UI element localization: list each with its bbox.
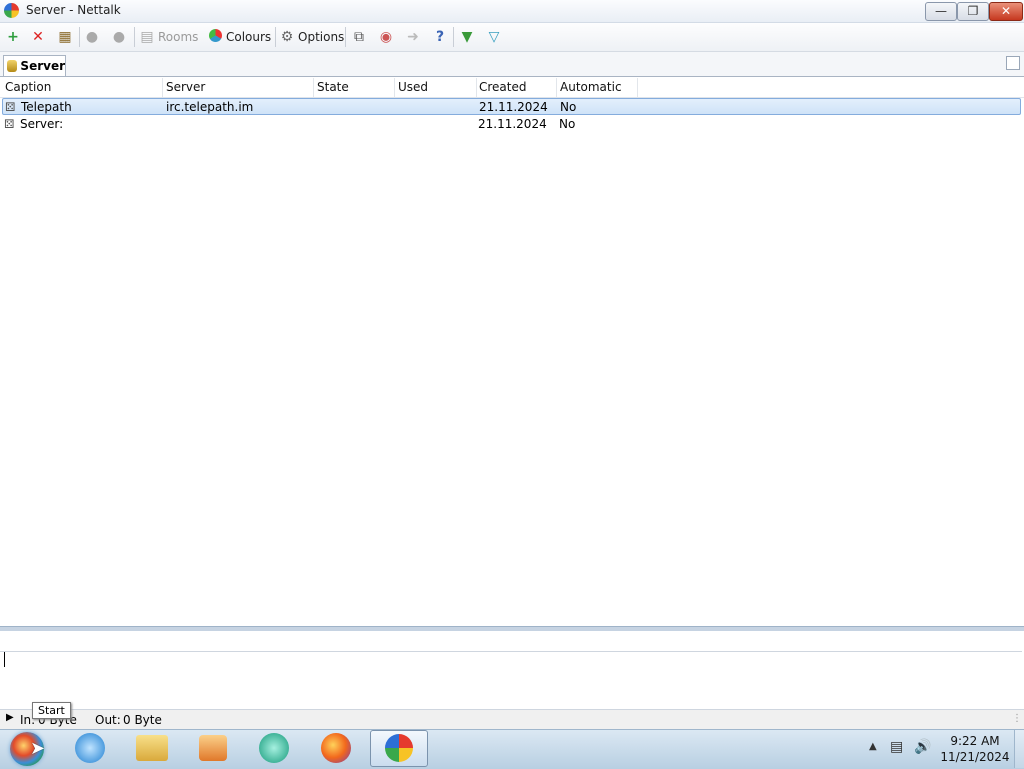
- table-row[interactable]: ⚄ Server: 21.11.2024 No: [2, 116, 1021, 133]
- rooms-button[interactable]: ▤ Rooms: [139, 23, 198, 51]
- firefox-icon[interactable]: [321, 733, 351, 763]
- colours-label: Colours: [226, 30, 272, 44]
- toolbar-separator: [345, 27, 346, 47]
- server-list-header: Caption Server State Used Created Automa…: [0, 78, 1024, 98]
- rooms-label: Rooms: [158, 30, 199, 44]
- volume-icon[interactable]: 🔊: [914, 739, 931, 755]
- add-server-button[interactable]: +: [5, 23, 21, 51]
- cell-caption: Server:: [20, 117, 64, 131]
- column-header-automatic[interactable]: Automatic: [555, 78, 638, 97]
- cell-created: 21.11.2024: [478, 117, 547, 131]
- status-bar: ▶ In: 0 Byte Out: 0 Byte ⋮: [0, 709, 1024, 730]
- connect-icon: ●: [85, 29, 99, 45]
- cell-server: irc.telepath.im: [166, 100, 254, 114]
- text-caret: [4, 652, 5, 667]
- column-header-state[interactable]: State: [312, 78, 395, 97]
- disconnect-icon: ●: [112, 29, 126, 45]
- pin-icon: ▼: [461, 29, 473, 45]
- server-icon: [7, 60, 18, 72]
- message-input[interactable]: [0, 652, 1022, 708]
- media-player-icon[interactable]: [199, 735, 227, 761]
- window-title: Server - Nettalk: [26, 3, 121, 17]
- options-label: Options: [298, 30, 345, 44]
- colours-icon: [207, 29, 223, 45]
- toolbar-separator: [134, 27, 135, 47]
- file-explorer-icon[interactable]: [136, 735, 168, 761]
- column-header-created[interactable]: Created: [474, 78, 557, 97]
- network-icon[interactable]: ▤: [890, 739, 903, 755]
- toolbar-separator: [79, 27, 80, 47]
- connect-button[interactable]: ●: [84, 23, 100, 51]
- maximize-button[interactable]: ❐: [957, 2, 989, 21]
- clock-time: 9:22 AM: [950, 734, 1000, 748]
- clock-date: 11/21/2024: [940, 750, 1010, 764]
- toolbar-separator: [275, 27, 276, 47]
- internet-explorer-icon[interactable]: [75, 733, 105, 763]
- out-label: Out:: [95, 713, 121, 727]
- cell-caption: Telepath: [21, 100, 72, 114]
- delete-icon: ✕: [32, 29, 44, 45]
- add-icon: +: [7, 29, 19, 45]
- mouse-cursor-icon: ➤: [30, 738, 46, 759]
- windows-icon: ⧉: [354, 29, 364, 45]
- cell-automatic: No: [559, 117, 576, 131]
- users-icon: ◉: [379, 29, 393, 45]
- gear-icon: ⚙: [280, 29, 294, 45]
- chevron-down-icon: ▽: [488, 29, 500, 45]
- show-hidden-icons-button[interactable]: ▲: [869, 741, 877, 752]
- out-value: 0 Byte: [123, 713, 162, 727]
- output-pane[interactable]: [0, 631, 1022, 652]
- minimize-button[interactable]: —: [925, 2, 957, 21]
- cell-automatic: No: [560, 100, 577, 114]
- cell-created: 21.11.2024: [479, 100, 548, 114]
- pin-button[interactable]: ▼: [459, 23, 475, 51]
- rooms-icon: ▤: [140, 29, 154, 45]
- colours-button[interactable]: Colours: [207, 23, 271, 51]
- column-header-used[interactable]: Used: [393, 78, 477, 97]
- close-button[interactable]: ✕: [989, 2, 1023, 21]
- export-button[interactable]: ➜: [405, 23, 421, 51]
- nettalk-app-icon[interactable]: [4, 3, 19, 18]
- windows-button[interactable]: ⧉: [351, 23, 367, 51]
- nettalk-taskbar-button[interactable]: [370, 730, 428, 767]
- nettalk-icon: [385, 734, 413, 762]
- properties-icon: ▦: [58, 29, 72, 45]
- chat-app-icon[interactable]: [259, 733, 289, 763]
- tab-menu-button[interactable]: [1006, 56, 1020, 70]
- show-desktop-button[interactable]: [1014, 730, 1024, 768]
- users-button[interactable]: ◉: [378, 23, 394, 51]
- system-clock[interactable]: 9:22 AM 11/21/2024: [940, 733, 1010, 765]
- delete-server-button[interactable]: ✕: [30, 23, 46, 51]
- start-tooltip: Start: [32, 702, 71, 719]
- table-row[interactable]: ⚄ Telepath irc.telepath.im 21.11.2024 No: [2, 98, 1021, 115]
- toolbar-separator: [453, 27, 454, 47]
- server-node-icon: ⚄: [5, 100, 16, 114]
- help-button[interactable]: ?: [432, 23, 448, 51]
- title-bar[interactable]: [0, 0, 1024, 23]
- export-icon: ➜: [407, 29, 419, 45]
- toolbar-dropdown-button[interactable]: ▽: [486, 23, 502, 51]
- options-button[interactable]: ⚙ Options: [279, 23, 345, 51]
- resize-grip-icon[interactable]: ⋮: [1012, 713, 1022, 724]
- help-icon: ?: [435, 29, 445, 45]
- server-node-icon: ⚄: [4, 117, 15, 131]
- column-header-caption[interactable]: Caption: [0, 78, 163, 97]
- tab-server[interactable]: Server: [3, 55, 66, 76]
- tab-strip: [0, 52, 1024, 77]
- tab-server-label: Server: [20, 59, 65, 73]
- expand-arrow-icon[interactable]: ▶: [6, 712, 14, 723]
- properties-button[interactable]: ▦: [57, 23, 73, 51]
- disconnect-button[interactable]: ●: [111, 23, 127, 51]
- column-header-server[interactable]: Server: [161, 78, 314, 97]
